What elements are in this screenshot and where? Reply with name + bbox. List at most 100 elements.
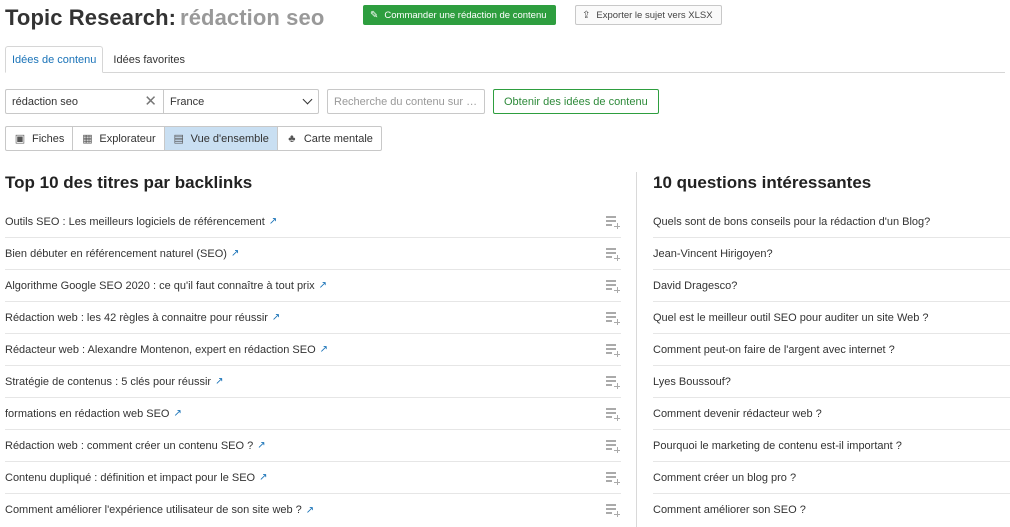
view-cards-label: Fiches (32, 132, 65, 145)
questions-title: 10 questions intéressantes (653, 173, 872, 192)
external-link-icon[interactable]: ↗ (319, 280, 327, 291)
clear-icon[interactable]: ✕ (144, 93, 157, 110)
headline-link[interactable]: Rédaction web : comment créer un contenu… (5, 440, 253, 452)
add-to-list-icon[interactable] (606, 472, 620, 485)
database-select-value: France (170, 95, 205, 108)
export-xlsx-button[interactable]: ⇪ Exporter le sujet vers XLSX (575, 5, 722, 25)
question-row: Comment devenir rédacteur web ? (653, 398, 1010, 430)
headline-row: formations en rédaction web SEO ↗ (5, 398, 621, 430)
question-text: Quels sont de bons conseils pour la réda… (653, 215, 931, 228)
question-text: Pourquoi le marketing de contenu est-il … (653, 439, 902, 452)
headline-link[interactable]: Bien débuter en référencement naturel (S… (5, 248, 227, 260)
add-to-list-icon[interactable] (606, 376, 620, 389)
question-text: David Dragesco? (653, 279, 738, 292)
questions-list: Quels sont de bons conseils pour la réda… (653, 206, 1010, 526)
questions-section: 10 questions intéressantes Quels sont de… (653, 172, 1010, 526)
headlines-section: Top 10 des titres par backlinks Outils S… (5, 172, 621, 526)
cards-icon: ▣ (14, 133, 26, 145)
headline-link[interactable]: Comment améliorer l'expérience utilisate… (5, 504, 302, 516)
content-search-input[interactable]: Recherche du contenu sur … (327, 89, 485, 114)
headline-row: Bien débuter en référencement naturel (S… (5, 238, 621, 270)
add-to-list-icon[interactable] (606, 440, 620, 453)
view-explorer-label: Explorateur (99, 132, 156, 145)
headline-link[interactable]: Contenu dupliqué : définition et impact … (5, 472, 255, 484)
add-to-list-icon[interactable] (606, 280, 620, 293)
headline-link[interactable]: Stratégie de contenus : 5 clés pour réus… (5, 376, 211, 388)
add-to-list-icon[interactable] (606, 312, 620, 325)
external-link-icon[interactable]: ↗ (306, 505, 314, 516)
view-overview-label: Vue d'ensemble (190, 132, 269, 145)
question-text: Comment peut-on faire de l'argent avec i… (653, 343, 895, 356)
external-link-icon[interactable]: ↗ (272, 312, 280, 323)
question-row: Jean-Vincent Hirigoyen? (653, 238, 1010, 270)
headlines-title: Top 10 des titres par backlinks (5, 173, 253, 192)
question-row: Quel est le meilleur outil SEO pour audi… (653, 302, 1010, 334)
headline-link[interactable]: Rédaction web : les 42 règles à connaitr… (5, 312, 268, 324)
title-label: Topic Research: (5, 5, 177, 30)
external-link-icon[interactable]: ↗ (215, 376, 223, 387)
view-overview[interactable]: ▤ Vue d'ensemble (164, 127, 278, 150)
export-xlsx-label: Exporter le sujet vers XLSX (596, 9, 713, 21)
question-text: Jean-Vincent Hirigoyen? (653, 247, 773, 260)
tab-favorite-ideas[interactable]: Idées favorites (107, 46, 191, 73)
headline-row: Rédacteur web : Alexandre Montenon, expe… (5, 334, 621, 366)
headline-row: Stratégie de contenus : 5 clés pour réus… (5, 366, 621, 398)
export-icon: ⇪ (582, 9, 591, 21)
question-text: Lyes Boussouf? (653, 375, 731, 388)
overview-icon: ▤ (173, 133, 184, 145)
view-mindmap-label: Carte mentale (303, 132, 373, 145)
question-row: Lyes Boussouf? (653, 366, 1010, 398)
question-text: Comment devenir rédacteur web ? (653, 407, 822, 420)
search-bar: rédaction seo ✕ France Recherche du cont… (5, 89, 659, 114)
external-link-icon[interactable]: ↗ (320, 344, 328, 355)
view-switcher: ▣ Fiches ▦ Explorateur ▤ Vue d'ensemble … (5, 126, 382, 151)
question-row: David Dragesco? (653, 270, 1010, 302)
headline-row: Contenu dupliqué : définition et impact … (5, 462, 621, 494)
add-to-list-icon[interactable] (606, 408, 620, 421)
headline-row: Outils SEO : Les meilleurs logiciels de … (5, 206, 621, 238)
column-divider (636, 172, 637, 527)
keyword-input-value: rédaction seo (12, 95, 79, 108)
content-search-placeholder: Recherche du contenu sur … (334, 95, 478, 108)
headline-link[interactable]: Algorithme Google SEO 2020 : ce qu'il fa… (5, 280, 315, 292)
headline-row: Algorithme Google SEO 2020 : ce qu'il fa… (5, 270, 621, 302)
external-link-icon[interactable]: ↗ (257, 440, 265, 451)
question-text: Quel est le meilleur outil SEO pour audi… (653, 311, 929, 324)
question-row: Comment peut-on faire de l'argent avec i… (653, 334, 1010, 366)
external-link-icon[interactable]: ↗ (231, 248, 239, 259)
external-link-icon[interactable]: ↗ (259, 472, 267, 483)
title-keyword: rédaction seo (180, 5, 325, 30)
page-title: Topic Research: rédaction seo (5, 5, 324, 31)
mindmap-icon: ♣ (288, 132, 296, 145)
headlines-list: Outils SEO : Les meilleurs logiciels de … (5, 206, 621, 526)
table-icon: ▦ (82, 133, 93, 145)
add-to-list-icon[interactable] (606, 216, 620, 229)
headline-row: Comment améliorer l'expérience utilisate… (5, 494, 621, 526)
add-to-list-icon[interactable] (606, 248, 620, 261)
external-link-icon[interactable]: ↗ (173, 408, 181, 419)
question-text: Comment créer un blog pro ? (653, 471, 797, 484)
headline-row: Rédaction web : les 42 règles à connaitr… (5, 302, 621, 334)
question-row: Pourquoi le marketing de contenu est-il … (653, 430, 1010, 462)
headline-row: Rédaction web : comment créer un contenu… (5, 430, 621, 462)
tab-bar: Idées de contenu Idées favorites (5, 46, 1005, 73)
headline-link[interactable]: formations en rédaction web SEO (5, 408, 169, 420)
chevron-down-icon (302, 94, 313, 105)
add-to-list-icon[interactable] (606, 344, 620, 357)
view-explorer[interactable]: ▦ Explorateur (73, 127, 165, 150)
view-mindmap[interactable]: ♣ Carte mentale (278, 127, 381, 150)
tab-content-ideas[interactable]: Idées de contenu (5, 46, 104, 73)
order-content-label: Commander une rédaction de contenu (384, 9, 547, 21)
keyword-input[interactable]: rédaction seo ✕ (5, 89, 164, 114)
external-link-icon[interactable]: ↗ (269, 216, 277, 227)
order-content-button[interactable]: ✎ Commander une rédaction de contenu (363, 5, 556, 25)
question-text: Comment améliorer son SEO ? (653, 504, 806, 516)
database-select[interactable]: France (164, 89, 319, 114)
headline-link[interactable]: Rédacteur web : Alexandre Montenon, expe… (5, 344, 316, 356)
question-row: Comment créer un blog pro ? (653, 462, 1010, 494)
add-to-list-icon[interactable] (606, 504, 620, 517)
view-cards[interactable]: ▣ Fiches (6, 127, 74, 150)
headline-link[interactable]: Outils SEO : Les meilleurs logiciels de … (5, 216, 265, 228)
edit-icon: ✎ (370, 9, 379, 21)
get-ideas-button[interactable]: Obtenir des idées de contenu (493, 89, 659, 114)
